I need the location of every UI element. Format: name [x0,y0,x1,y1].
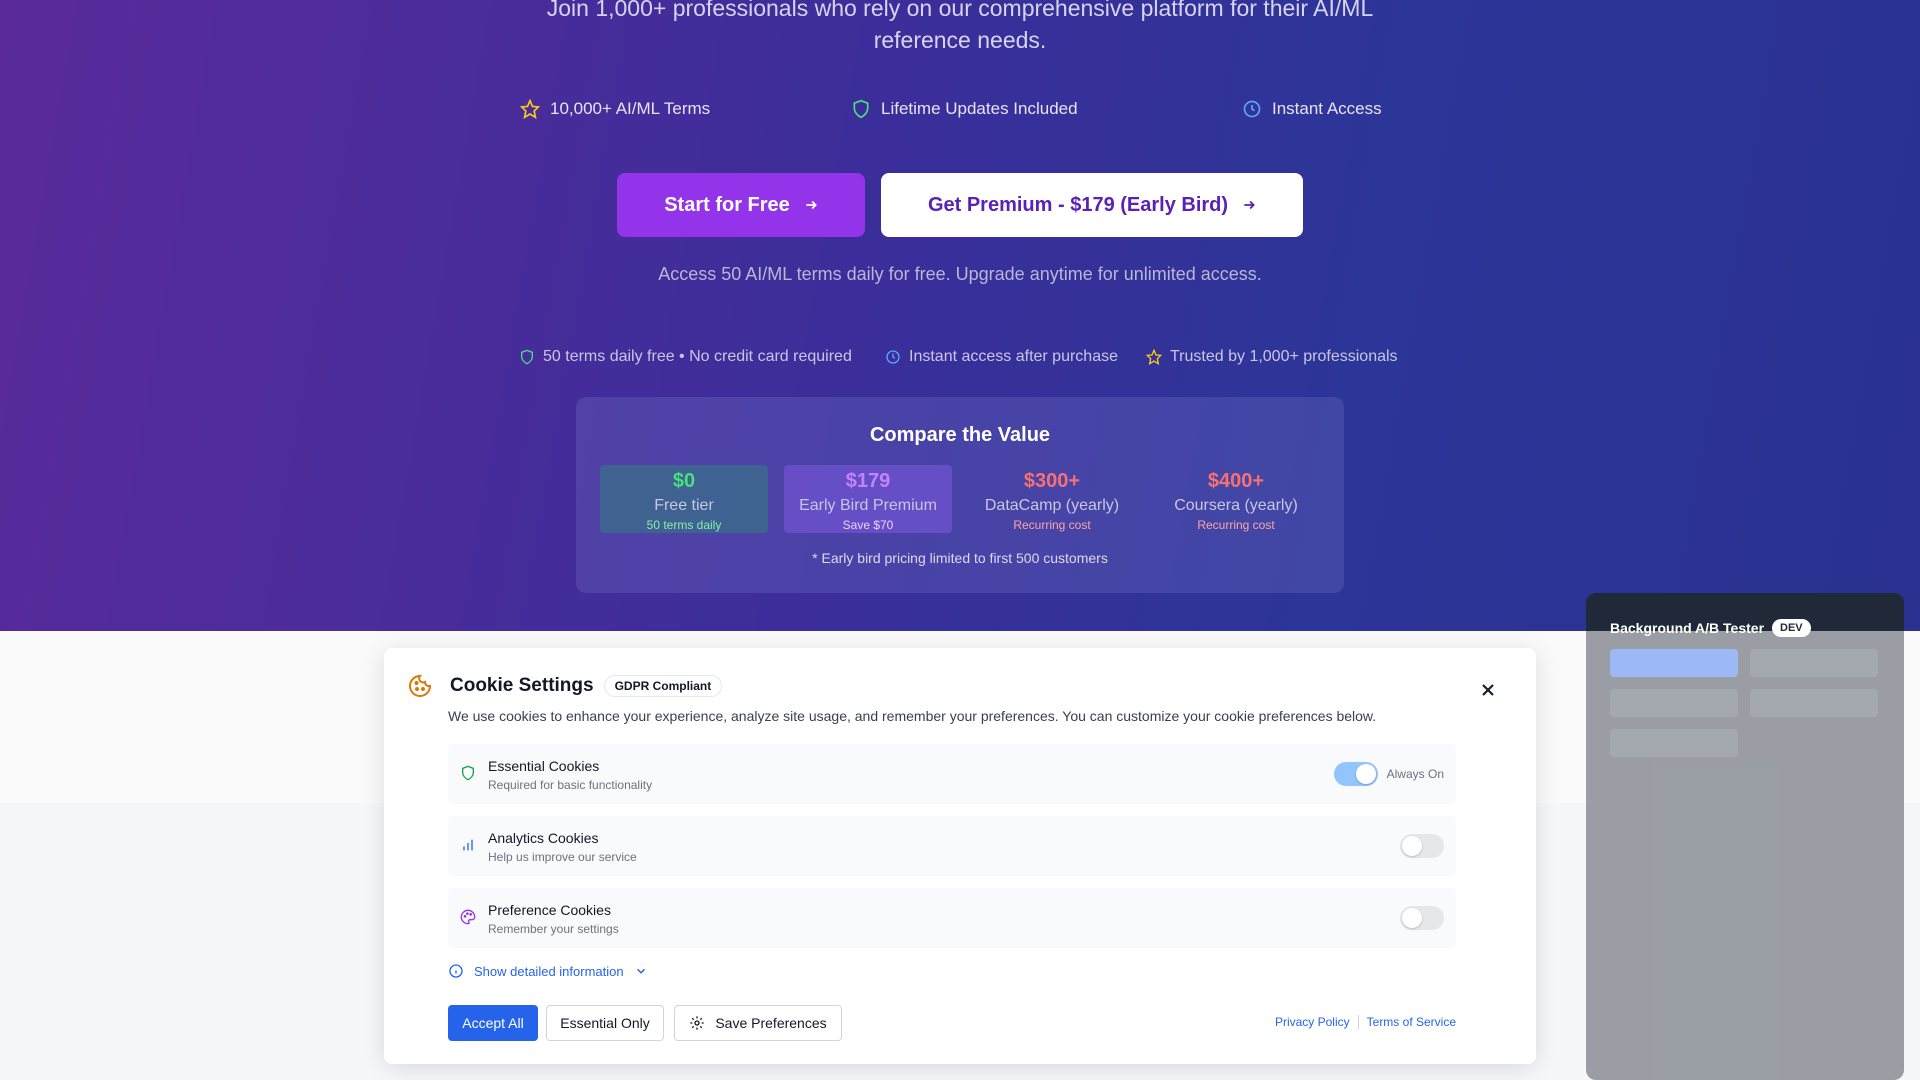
privacy-policy-link[interactable]: Privacy Policy [1275,1015,1350,1029]
card-name: Coursera (yearly) [1174,497,1298,514]
card-price: $179 [845,470,891,492]
feature-updates: Lifetime Updates Included [851,99,1078,119]
get-premium-label: Get Premium - $179 (Early Bird) [927,193,1229,216]
card-note: 50 terms daily [646,518,722,532]
compare-value-panel: Compare the Value $0 Free tier 50 terms … [576,397,1344,593]
compare-card-datacamp: $300+ DataCamp (yearly) Recurring cost [968,465,1136,533]
gear-icon [690,1016,705,1030]
analytics-toggle[interactable] [1400,834,1444,858]
trust-professionals: Trusted by 1,000+ professionals [1146,348,1398,366]
cookie-row-preference: Preference Cookies Remember your setting… [448,888,1456,948]
cookie-row-title: Essential Cookies [488,758,600,774]
terms-of-service-link[interactable]: Terms of Service [1367,1015,1456,1029]
hero-subtitle: Join 1,000+ professionals who rely on ou… [0,0,1920,56]
compare-card-coursera: $400+ Coursera (yearly) Recurring cost [1152,465,1320,533]
trust-free-label: 50 terms daily free • No credit card req… [543,348,852,365]
cookie-row-analytics: Analytics Cookies Help us improve our se… [448,816,1456,876]
card-price: $300+ [1023,470,1081,492]
shield-icon [462,765,474,781]
legal-links: Privacy Policy Terms of Service [1275,1015,1456,1029]
accept-all-button[interactable]: Accept All [448,1005,538,1041]
feature-access-label: Instant Access [1272,99,1382,118]
palette-icon [460,909,476,925]
toggle-knob [1402,836,1422,856]
shield-icon [853,99,869,119]
cookie-icon [409,674,432,697]
compare-card-free: $0 Free tier 50 terms daily [600,465,768,533]
trust-professionals-label: Trusted by 1,000+ professionals [1170,348,1398,365]
gdpr-badge: GDPR Compliant [603,675,723,697]
star-icon [520,99,540,119]
feature-terms: 10,000+ AI/ML Terms [520,99,710,119]
feature-access: Instant Access [1242,99,1382,119]
cookie-description: We use cookies to enhance your experienc… [448,708,1377,724]
card-price: $400+ [1207,470,1265,492]
trust-free: 50 terms daily free • No credit card req… [519,348,852,366]
arrow-right-icon [1244,200,1255,210]
hero-section: Join 1,000+ professionals who rely on ou… [0,0,1920,631]
essential-toggle [1334,762,1378,786]
feature-terms-label: 10,000+ AI/ML Terms [550,99,711,118]
clock-icon [1243,100,1261,118]
cookie-settings-dialog: Cookie Settings GDPR Compliant We use co… [384,648,1536,1064]
access-note: Access 50 AI/ML terms daily for free. Up… [658,264,1262,284]
toggle-knob [1356,764,1376,784]
arrow-right-icon [806,200,817,210]
chevron-down-icon [636,968,645,974]
preference-toggle[interactable] [1400,906,1444,930]
always-on-label: Always On [1386,767,1444,781]
compare-card-premium: $179 Early Bird Premium Save $70 [784,465,952,533]
cookie-row-subtitle: Remember your settings [488,922,619,936]
save-preferences-label: Save Preferences [715,1015,827,1031]
info-icon [449,964,463,978]
link-divider [1357,1015,1359,1029]
card-note: Recurring cost [1197,518,1275,532]
cookie-row-essential: Essential Cookies Required for basic fun… [448,744,1456,804]
cookie-row-subtitle: Required for basic functionality [488,778,653,792]
bar-chart-icon [463,839,473,851]
trust-instant-label: Instant access after purchase [909,348,1118,365]
start-free-button[interactable]: Start for Free [617,173,865,237]
star-icon [1146,349,1162,365]
compare-title: Compare the Value [869,424,1051,446]
hero-subtitle-line2: reference needs. [873,27,1047,53]
card-price: $0 [672,470,696,492]
cookie-header: Cookie Settings GDPR Compliant [408,674,723,698]
show-detail-link[interactable]: Show detailed information [448,963,648,979]
card-note: Recurring cost [1013,518,1091,532]
close-icon[interactable] [1478,680,1498,700]
start-free-label: Start for Free [664,193,790,216]
trust-instant: Instant access after purchase [885,348,1118,366]
card-note: Save $70 [842,518,894,532]
cookie-row-subtitle: Help us improve our service [488,850,637,864]
cookie-row-title: Preference Cookies [488,902,611,918]
feature-updates-label: Lifetime Updates Included [881,99,1078,118]
toggle-knob [1402,908,1422,928]
compare-footnote: * Early bird pricing limited to first 50… [812,550,1108,566]
card-name: Early Bird Premium [799,497,937,514]
clock-icon [886,350,900,364]
essential-only-button[interactable]: Essential Only [546,1005,664,1041]
shield-icon [521,349,533,365]
card-name: DataCamp (yearly) [984,497,1120,514]
show-detail-label: Show detailed information [474,963,624,979]
hero-subtitle-line1: Join 1,000+ professionals who rely on ou… [546,0,1374,21]
card-name: Free tier [654,497,714,514]
cookie-row-title: Analytics Cookies [488,830,599,846]
save-preferences-button[interactable]: Save Preferences [674,1005,842,1041]
get-premium-button[interactable]: Get Premium - $179 (Early Bird) [881,173,1303,237]
cookie-title: Cookie Settings [450,675,594,696]
